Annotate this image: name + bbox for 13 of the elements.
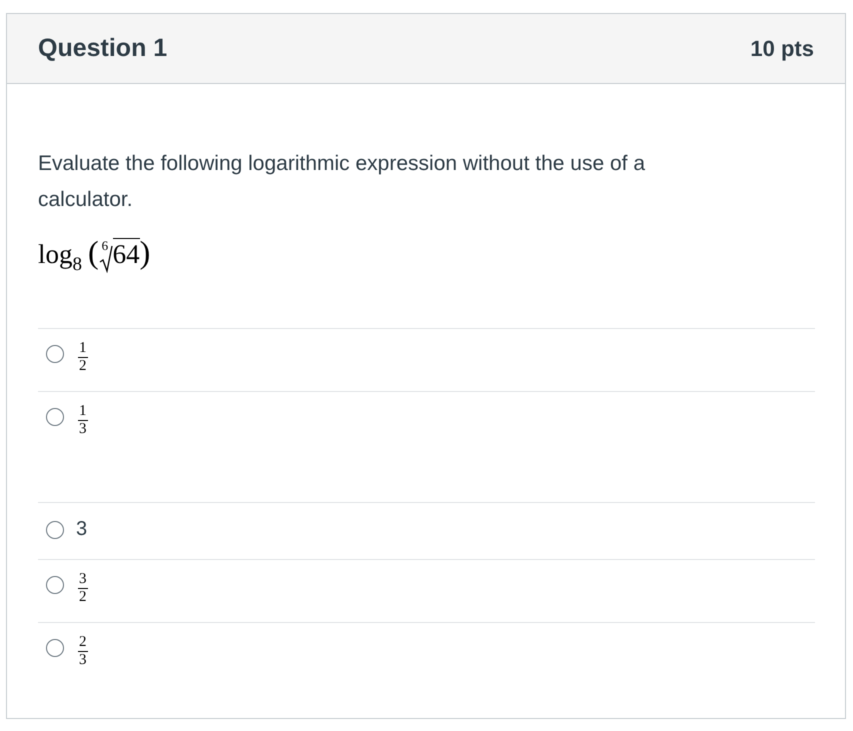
- question-prompt: Evaluate the following logarithmic expression without the use of a calculator.: [38, 151, 646, 213]
- answer-fraction: 2 3: [78, 635, 88, 668]
- question-points: 10 pts: [750, 35, 814, 63]
- radio-button[interactable]: [46, 408, 64, 426]
- answer-fraction: 3 2: [78, 572, 88, 605]
- radio-button[interactable]: [46, 576, 64, 594]
- answer-fraction: 1 2: [78, 341, 88, 374]
- radio-button[interactable]: [46, 521, 64, 539]
- question-title: Question 1: [38, 32, 168, 64]
- answer-fraction: 1 3: [78, 404, 88, 437]
- answer-text: 3: [76, 517, 88, 541]
- radio-button[interactable]: [46, 345, 64, 363]
- radio-button[interactable]: [46, 639, 64, 657]
